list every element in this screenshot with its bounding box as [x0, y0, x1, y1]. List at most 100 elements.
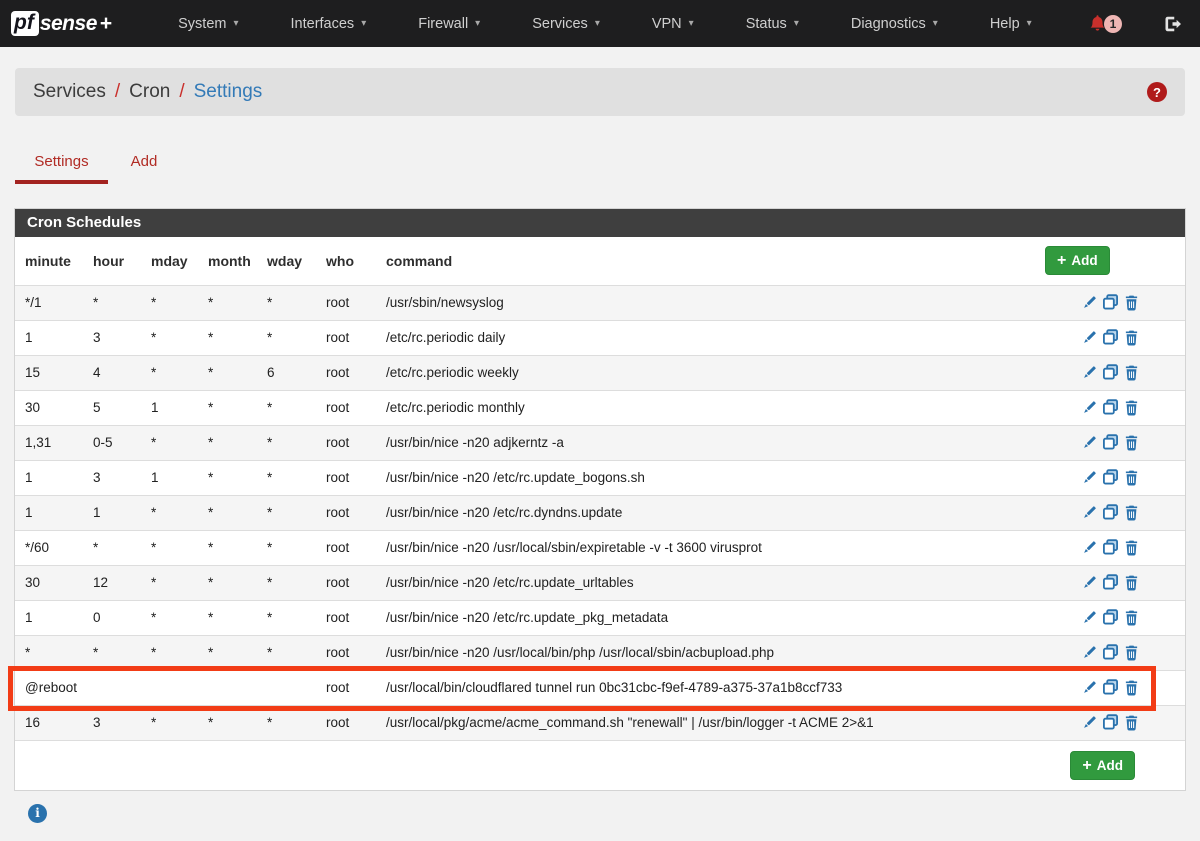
copy-button[interactable] — [1102, 504, 1119, 521]
trash-button[interactable] — [1123, 539, 1140, 556]
pencil-icon — [1081, 469, 1098, 484]
cell-month: * — [198, 635, 257, 670]
trash-button[interactable] — [1123, 399, 1140, 416]
cell-who: root — [316, 495, 376, 530]
cell-minute: 30 — [15, 390, 83, 425]
cell-who: root — [316, 635, 376, 670]
nav-item-diagnostics[interactable]: Diagnostics▾ — [825, 0, 964, 47]
trash-button[interactable] — [1123, 294, 1140, 311]
copy-button[interactable] — [1102, 644, 1119, 661]
edit-button[interactable] — [1081, 434, 1098, 451]
trash-button[interactable] — [1123, 609, 1140, 626]
info-icon[interactable]: i — [28, 804, 47, 823]
nav-item-interfaces[interactable]: Interfaces▾ — [265, 0, 393, 47]
copy-button[interactable] — [1102, 679, 1119, 696]
pencil-icon — [1081, 364, 1098, 379]
pencil-icon — [1081, 679, 1098, 694]
edit-button[interactable] — [1081, 714, 1098, 731]
edit-button[interactable] — [1081, 574, 1098, 591]
copy-button[interactable] — [1102, 364, 1119, 381]
trash-button[interactable] — [1123, 434, 1140, 451]
trash-button[interactable] — [1123, 679, 1140, 696]
copy-button[interactable] — [1102, 469, 1119, 486]
copy-button[interactable] — [1102, 399, 1119, 416]
edit-button[interactable] — [1081, 329, 1098, 346]
cell-month: * — [198, 390, 257, 425]
logo-pf: pf — [11, 11, 39, 36]
help-icon[interactable]: ? — [1147, 82, 1167, 102]
add-schedule-button-top[interactable]: + Add — [1045, 246, 1110, 275]
breadcrumb-services[interactable]: Services — [33, 81, 106, 103]
edit-button[interactable] — [1081, 504, 1098, 521]
cell-command: /usr/local/bin/cloudflared tunnel run 0b… — [376, 670, 1035, 705]
copy-button[interactable] — [1102, 609, 1119, 626]
cell-hour: 3 — [83, 320, 141, 355]
cell-who: root — [316, 460, 376, 495]
column-header-who: who — [316, 237, 376, 285]
row-actions — [1035, 320, 1185, 355]
copy-button[interactable] — [1102, 574, 1119, 591]
notifications-button[interactable]: 1 — [1088, 14, 1122, 33]
trash-icon — [1123, 679, 1140, 694]
copy-icon — [1102, 364, 1119, 379]
copy-icon — [1102, 504, 1119, 519]
copy-button[interactable] — [1102, 539, 1119, 556]
trash-button[interactable] — [1123, 504, 1140, 521]
pfsense-logo[interactable]: pf sense + — [11, 11, 112, 36]
column-header-mday: mday — [141, 237, 198, 285]
nav-item-firewall[interactable]: Firewall▾ — [392, 0, 506, 47]
nav-item-system[interactable]: System▾ — [152, 0, 264, 47]
trash-icon — [1123, 294, 1140, 309]
trash-button[interactable] — [1123, 644, 1140, 661]
copy-button[interactable] — [1102, 329, 1119, 346]
copy-button[interactable] — [1102, 434, 1119, 451]
cell-command: /usr/local/pkg/acme/acme_command.sh "ren… — [376, 705, 1035, 740]
chevron-down-icon: ▾ — [361, 18, 366, 29]
edit-button[interactable] — [1081, 364, 1098, 381]
cell-minute: 1 — [15, 320, 83, 355]
table-row: 10***root/usr/bin/nice -n20 /etc/rc.upda… — [15, 600, 1185, 635]
trash-icon — [1123, 574, 1140, 589]
trash-button[interactable] — [1123, 469, 1140, 486]
edit-button[interactable] — [1081, 539, 1098, 556]
nav-item-vpn[interactable]: VPN▾ — [626, 0, 720, 47]
trash-button[interactable] — [1123, 714, 1140, 731]
cell-command: /usr/bin/nice -n20 adjkerntz -a — [376, 425, 1035, 460]
nav-item-services[interactable]: Services▾ — [506, 0, 626, 47]
pencil-icon — [1081, 329, 1098, 344]
cron-table: minute hour mday month wday who command … — [15, 237, 1185, 741]
copy-button[interactable] — [1102, 294, 1119, 311]
cell-hour: 12 — [83, 565, 141, 600]
edit-button[interactable] — [1081, 294, 1098, 311]
row-actions — [1035, 355, 1185, 390]
edit-button[interactable] — [1081, 609, 1098, 626]
cell-mday: * — [141, 320, 198, 355]
trash-button[interactable] — [1123, 329, 1140, 346]
add-schedule-button-bottom[interactable]: + Add — [1070, 751, 1135, 780]
copy-button[interactable] — [1102, 714, 1119, 731]
trash-button[interactable] — [1123, 364, 1140, 381]
plus-icon: + — [1082, 759, 1091, 772]
cell-month: * — [198, 355, 257, 390]
tab-add[interactable]: Add — [120, 146, 168, 184]
nav-item-help[interactable]: Help▾ — [964, 0, 1058, 47]
row-actions — [1035, 635, 1185, 670]
cell-mday: * — [141, 530, 198, 565]
breadcrumb-cron[interactable]: Cron — [129, 81, 170, 103]
cell-wday: * — [257, 460, 316, 495]
edit-button[interactable] — [1081, 469, 1098, 486]
edit-button[interactable] — [1081, 399, 1098, 416]
tab-settings[interactable]: Settings — [15, 146, 108, 184]
table-row: */60****root/usr/bin/nice -n20 /usr/loca… — [15, 530, 1185, 565]
cell-who: root — [316, 530, 376, 565]
copy-icon — [1102, 434, 1119, 449]
edit-button[interactable] — [1081, 679, 1098, 696]
trash-button[interactable] — [1123, 574, 1140, 591]
logout-button[interactable] — [1162, 14, 1182, 34]
edit-button[interactable] — [1081, 644, 1098, 661]
cell-wday: * — [257, 600, 316, 635]
breadcrumb-settings[interactable]: Settings — [194, 81, 263, 103]
table-row: 1,310-5***root/usr/bin/nice -n20 adjkern… — [15, 425, 1185, 460]
nav-item-status[interactable]: Status▾ — [720, 0, 825, 47]
row-actions — [1035, 600, 1185, 635]
